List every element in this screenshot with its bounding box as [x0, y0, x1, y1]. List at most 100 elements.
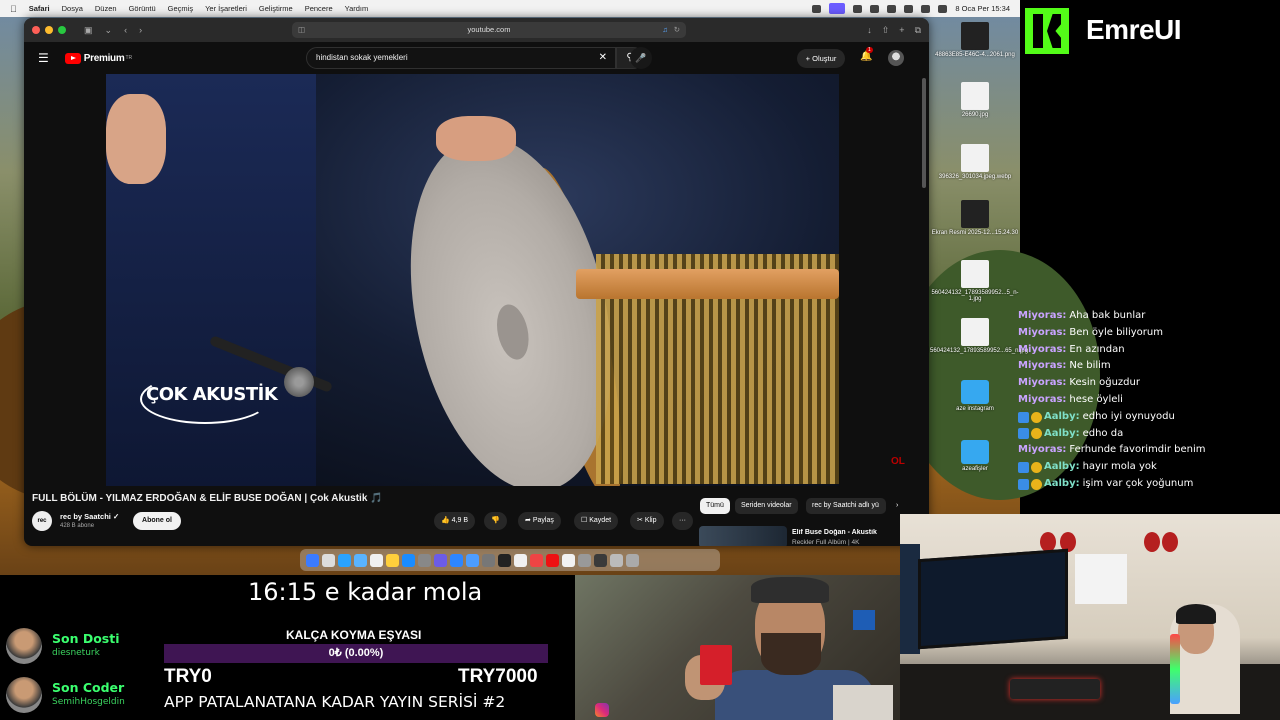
xcode-icon[interactable] — [466, 553, 479, 567]
zoom-window-icon[interactable] — [58, 26, 66, 34]
control-center-icon[interactable] — [938, 4, 948, 13]
tray-play-icon[interactable] — [870, 4, 880, 13]
trash-icon[interactable] — [626, 553, 639, 567]
video-player[interactable]: ÇOK AKUSTİK — [106, 74, 839, 486]
notes-icon[interactable] — [386, 553, 399, 567]
clip-button[interactable]: ✂ Klip — [630, 512, 664, 530]
app-store-icon[interactable] — [402, 553, 415, 567]
chat-username[interactable]: Aalby: — [1044, 426, 1080, 443]
reload-icon[interactable]: ↻ — [674, 22, 680, 38]
tray-vpn-icon[interactable] — [853, 4, 863, 13]
chat-username[interactable]: Miyoras: — [1018, 358, 1066, 375]
menu-view[interactable]: Görüntü — [129, 4, 156, 13]
audio-playing-icon[interactable]: ♫ — [662, 22, 668, 38]
chat-username[interactable]: Miyoras: — [1018, 392, 1066, 409]
chat-username[interactable]: Aalby: — [1044, 409, 1080, 426]
desktop-file[interactable]: 396326_301034.jpeg.webp — [930, 144, 1020, 180]
downloads-stack-icon[interactable] — [610, 553, 623, 567]
menu-file[interactable]: Dosya — [62, 4, 83, 13]
menu-develop[interactable]: Geliştirme — [259, 4, 293, 13]
tab-overview-icon[interactable]: ⧉ — [915, 25, 921, 36]
save-button[interactable]: ☐ Kaydet — [574, 512, 619, 530]
menu-bookmarks[interactable]: Yer İşaretleri — [205, 4, 247, 13]
create-button[interactable]: + Oluştur — [797, 49, 845, 68]
address-bar[interactable]: ◫ youtube.com ♫ ↻ — [292, 22, 686, 38]
search-input[interactable]: hindistan sokak yemekleri ✕ — [306, 47, 616, 69]
page-scrollbar[interactable] — [922, 78, 926, 188]
back-icon[interactable]: ‹ — [124, 25, 127, 36]
finder-icon[interactable] — [306, 553, 319, 567]
calendar-icon[interactable] — [370, 553, 383, 567]
desktop-file[interactable]: 26690.jpg — [930, 82, 1020, 118]
menu-safari[interactable]: Safari — [29, 4, 50, 13]
youtube-logo[interactable]: Premium TR — [64, 52, 132, 64]
minimize-window-icon[interactable] — [45, 26, 53, 34]
vscode-icon[interactable] — [450, 553, 463, 567]
chip-all[interactable]: Tümü — [700, 498, 730, 514]
recommended-thumbnail[interactable] — [699, 526, 787, 546]
menubar-clock[interactable]: 8 Oca Per 15:34 — [955, 4, 1010, 13]
chrome-icon[interactable] — [530, 553, 543, 567]
recommended-title[interactable]: Elif Buse Doğan - Akustik — [792, 529, 902, 536]
apple-icon[interactable]:  — [10, 4, 17, 14]
desktop-file[interactable]: Ekran Resmi 2025-12...15.24.30 — [930, 200, 1020, 236]
channel-avatar[interactable]: rec — [32, 511, 52, 531]
desktop-file[interactable]: 48863E85-E46C-4...2061.png — [930, 22, 1020, 58]
share-icon[interactable]: ⇧ — [882, 25, 890, 36]
chat-username[interactable]: Miyoras: — [1018, 375, 1066, 392]
opera-icon[interactable] — [546, 553, 559, 567]
tray-app-icon[interactable] — [812, 4, 822, 13]
account-avatar[interactable] — [888, 50, 904, 66]
clear-search-icon[interactable]: ✕ — [599, 48, 607, 68]
desktop-file-label: 48863E85-E46C-4...2061.png — [935, 52, 1015, 58]
sidebar-icon[interactable]: ▣ — [84, 25, 93, 36]
terminal-icon[interactable] — [498, 553, 511, 567]
menu-history[interactable]: Geçmiş — [168, 4, 193, 13]
like-button[interactable]: 👍 4,9 B — [434, 512, 476, 530]
github-icon[interactable] — [482, 553, 495, 567]
desktop-file[interactable]: 560424132_17893589952...5_n-1.jpg — [930, 260, 1020, 302]
chat-username[interactable]: Miyoras: — [1018, 325, 1066, 342]
tray-battery-icon[interactable] — [887, 4, 897, 13]
subscribe-button[interactable]: Abone ol — [133, 512, 181, 530]
more-actions-button[interactable]: ··· — [672, 512, 693, 530]
spotlight-icon[interactable] — [921, 4, 931, 13]
chat-username[interactable]: Aalby: — [1044, 459, 1080, 476]
menu-help[interactable]: Yardım — [345, 4, 369, 13]
menu-icon[interactable]: ☰ — [38, 51, 49, 65]
new-tab-icon[interactable]: + — [899, 25, 904, 35]
desktop-folder[interactable]: azeafişler — [930, 440, 1020, 472]
menu-window[interactable]: Pencere — [305, 4, 333, 13]
desktop-folder[interactable]: aze instagram — [930, 380, 1020, 412]
site-settings-icon[interactable]: ◫ — [298, 22, 305, 38]
text-edit-icon[interactable] — [514, 553, 527, 567]
discord-icon[interactable] — [434, 553, 447, 567]
preview-icon[interactable] — [578, 553, 591, 567]
desktop-file[interactable]: 560424132_17893589952...65_n.jpg — [930, 318, 1028, 354]
menu-edit[interactable]: Düzen — [95, 4, 117, 13]
chevron-down-icon[interactable]: ⌄ — [105, 25, 113, 36]
notifications-icon[interactable]: 🔔 1 — [860, 47, 873, 62]
chips-next-icon[interactable]: › — [890, 498, 904, 514]
channel-name[interactable]: rec by Saatchi ✓ — [60, 512, 119, 521]
system-settings-icon[interactable] — [418, 553, 431, 567]
wifi-icon[interactable] — [904, 4, 914, 13]
mail-icon[interactable] — [354, 553, 367, 567]
chat-username[interactable]: Miyoras: — [1018, 342, 1066, 359]
share-button[interactable]: ➦ Paylaş — [518, 512, 561, 530]
forward-icon[interactable]: › — [139, 25, 142, 36]
voice-search-icon[interactable]: 🎤 — [630, 47, 652, 69]
font-book-icon[interactable] — [562, 553, 575, 567]
launchpad-icon[interactable] — [322, 553, 335, 567]
dislike-button[interactable]: 👎 — [484, 512, 507, 530]
chat-username[interactable]: Miyoras: — [1018, 442, 1066, 459]
chat-username[interactable]: Aalby: — [1044, 476, 1080, 493]
close-window-icon[interactable] — [32, 26, 40, 34]
chip-series[interactable]: Seriden videolar — [735, 498, 798, 514]
chat-username[interactable]: Miyoras: — [1018, 308, 1066, 325]
safari-icon[interactable] — [338, 553, 351, 567]
chip-channel[interactable]: rec by Saatchi adlı yü — [806, 498, 886, 514]
obs-icon[interactable] — [594, 553, 607, 567]
download-icon[interactable]: ↓ — [867, 25, 872, 35]
tray-screen-record-icon[interactable] — [829, 3, 846, 14]
